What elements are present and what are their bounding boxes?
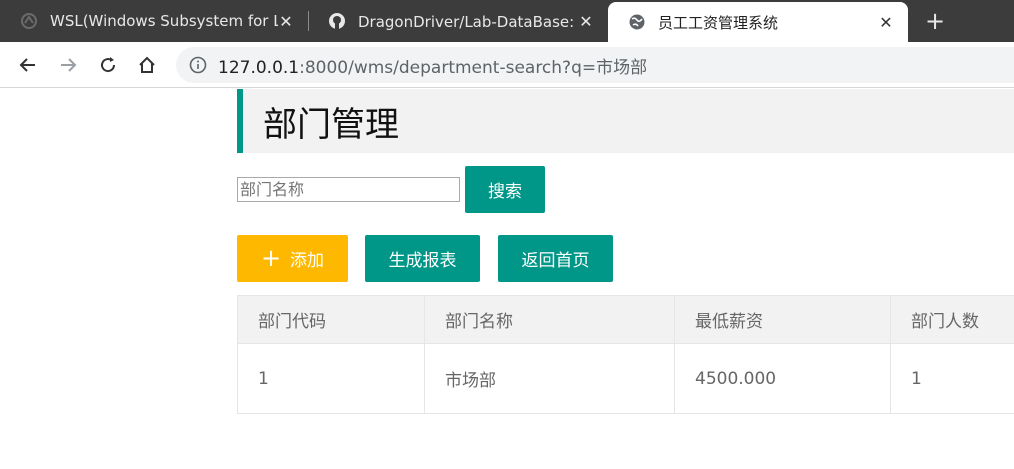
department-search-input[interactable] — [237, 177, 460, 202]
column-header-min-salary: 最低薪资 — [674, 295, 891, 344]
url-host: 127.0.0.1 — [218, 57, 300, 78]
cell-name: 市场部 — [424, 343, 675, 414]
back-button[interactable] — [16, 53, 40, 77]
search-button[interactable]: 搜索 — [465, 166, 545, 213]
tab-strip: WSL(Windows Subsystem for Linux) ✕ Drago… — [0, 0, 1014, 42]
home-nav-button[interactable] — [135, 53, 159, 77]
department-table: 部门代码 部门名称 最低薪资 部门人数 1 市场部 4500.000 1 — [237, 295, 1014, 414]
tab-title: DragonDriver/Lab-DataBase: 华 — [358, 12, 578, 31]
column-header-code: 部门代码 — [237, 295, 425, 344]
github-icon — [328, 12, 346, 30]
tab-wms-active[interactable]: 员工工资管理系统 ✕ — [608, 2, 908, 42]
column-header-headcount: 部门人数 — [890, 295, 1014, 344]
add-button[interactable]: + 添加 — [237, 235, 348, 282]
tab-title: WSL(Windows Subsystem for Linux) — [50, 12, 278, 30]
generate-report-button[interactable]: 生成报表 — [365, 235, 480, 282]
page-header: 部门管理 — [237, 89, 1014, 153]
wsl-icon — [20, 12, 38, 30]
forward-button[interactable] — [56, 53, 80, 77]
reload-icon — [101, 57, 116, 73]
close-icon[interactable]: ✕ — [278, 12, 294, 31]
page-title: 部门管理 — [263, 104, 399, 145]
new-tab-button[interactable]: + — [920, 0, 950, 42]
tab-wsl[interactable]: WSL(Windows Subsystem for Linux) ✕ — [0, 0, 308, 42]
cell-min-salary: 4500.000 — [674, 343, 891, 414]
reload-button[interactable] — [96, 53, 120, 77]
table-row: 1 市场部 4500.000 1 — [237, 343, 1014, 414]
close-icon[interactable]: ✕ — [578, 12, 594, 31]
arrow-right-icon — [61, 58, 77, 72]
tab-title: 员工工资管理系统 — [658, 13, 779, 32]
url-text: 127.0.0.1:8000/wms/department-search?q=市… — [218, 53, 647, 78]
address-bar[interactable]: 127.0.0.1:8000/wms/department-search?q=市… — [176, 47, 1014, 83]
url-path: :8000/wms/department-search?q=市场部 — [299, 57, 648, 78]
browser-toolbar: 127.0.0.1:8000/wms/department-search?q=市… — [0, 42, 1014, 88]
tab-github[interactable]: DragonDriver/Lab-DataBase: 华 ✕ — [308, 0, 608, 42]
globe-icon — [628, 13, 646, 31]
close-icon[interactable]: ✕ — [878, 13, 894, 32]
cell-headcount: 1 — [890, 343, 1014, 414]
add-button-label: 添加 — [290, 251, 325, 271]
home-icon — [139, 56, 155, 73]
table-header-row: 部门代码 部门名称 最低薪资 部门人数 — [237, 295, 1014, 344]
cell-code: 1 — [237, 343, 425, 414]
plus-icon: + — [260, 243, 282, 272]
info-icon[interactable] — [188, 55, 208, 75]
arrow-left-icon — [19, 58, 35, 72]
page-content: 部门管理 搜索 + 添加 生成报表 返回首页 部门代码 部门名称 最低薪资 部门… — [0, 88, 1014, 469]
back-to-home-button[interactable]: 返回首页 — [498, 235, 613, 282]
column-header-name: 部门名称 — [424, 295, 675, 344]
